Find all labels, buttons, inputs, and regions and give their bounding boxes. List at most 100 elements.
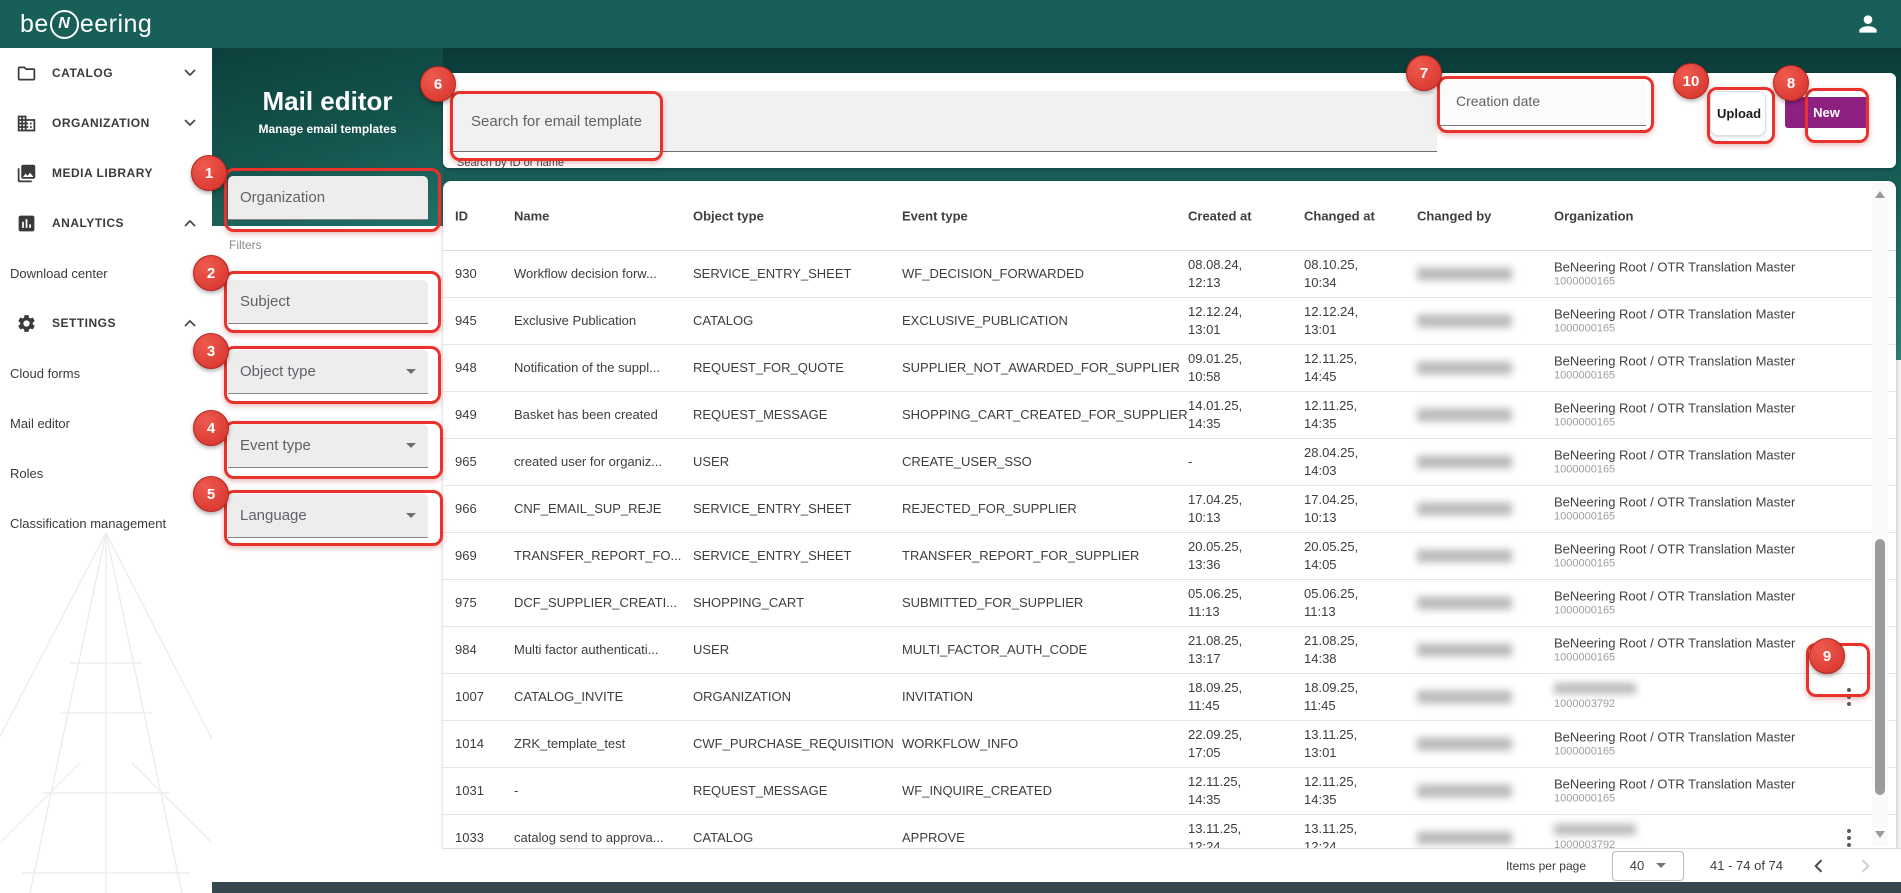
cell-event-type: WF_INQUIRE_CREATED [902, 782, 1052, 800]
cell-id: 965 [455, 453, 477, 471]
cell-object-type: REQUEST_MESSAGE [693, 782, 827, 800]
sidebar-item-settings[interactable]: SETTINGS [0, 298, 212, 348]
org-name: BeNeering Root / OTR Translation Master [1554, 542, 1795, 557]
table-row[interactable]: 975DCF_SUPPLIER_CREATI...SHOPPING_CARTSU… [443, 580, 1896, 627]
org-name-redacted [1554, 683, 1636, 694]
sidebar-item-classification-management[interactable]: Classification management [0, 498, 212, 548]
chevron-up-icon [184, 214, 196, 232]
search-input[interactable] [451, 91, 1437, 152]
cell-event-type: WORKFLOW_INFO [902, 735, 1018, 753]
next-page-icon[interactable] [1855, 856, 1875, 876]
cell-organization: BeNeering Root / OTR Translation Master1… [1554, 777, 1795, 806]
table-row[interactable]: 948Notification of the suppl...REQUEST_F… [443, 345, 1896, 392]
sidebar-item-label: Cloud forms [10, 366, 196, 381]
object-type-filter-select[interactable]: Object type [228, 350, 428, 394]
column-header-created-at: Created at [1188, 208, 1252, 223]
cell-created-at: 12.12.24, 13:01 [1188, 303, 1242, 339]
cell-id: 975 [455, 594, 477, 612]
org-name: BeNeering Root / OTR Translation Master [1554, 260, 1795, 275]
email-templates-table: IDNameObject typeEvent typeCreated atCha… [443, 181, 1896, 848]
org-name-redacted [1554, 824, 1636, 835]
vertical-scrollbar[interactable] [1872, 183, 1888, 846]
org-name: BeNeering Root / OTR Translation Master [1554, 401, 1795, 416]
cell-name: Workflow decision forw... [514, 265, 657, 283]
org-id: 1000000165 [1554, 510, 1795, 524]
user-account-icon[interactable] [1855, 11, 1881, 37]
cell-created-at: 22.09.25, 17:05 [1188, 726, 1242, 762]
org-id: 1000000165 [1554, 463, 1795, 477]
building-watermark-image [0, 513, 212, 893]
row-menu-kebab-icon[interactable] [1840, 827, 1858, 848]
cell-id: 984 [455, 641, 477, 659]
row-menu-kebab-icon[interactable] [1840, 686, 1858, 708]
org-name: BeNeering Root / OTR Translation Master [1554, 730, 1795, 745]
table-row[interactable]: 969TRANSFER_REPORT_FO...SERVICE_ENTRY_SH… [443, 533, 1896, 580]
org-name: BeNeering Root / OTR Translation Master [1554, 636, 1795, 651]
cell-object-type: SERVICE_ENTRY_SHEET [693, 547, 851, 565]
sidebar-item-roles[interactable]: Roles [0, 448, 212, 498]
scrollbar-thumb[interactable] [1875, 539, 1885, 795]
cell-object-type: USER [693, 453, 729, 471]
cell-created-at: 21.08.25, 13:17 [1188, 632, 1242, 668]
table-row[interactable]: 984Multi factor authenticati...USERMULTI… [443, 627, 1896, 674]
subject-filter-input[interactable]: Subject [228, 280, 428, 324]
cell-changed-at: 12.12.24, 13:01 [1304, 303, 1358, 339]
sidebar-item-catalog[interactable]: CATALOG [0, 48, 212, 98]
table-row[interactable]: 1031-REQUEST_MESSAGEWF_INQUIRE_CREATED12… [443, 768, 1896, 815]
language-filter-select[interactable]: Language [228, 494, 428, 538]
cell-created-at: 17.04.25, 10:13 [1188, 491, 1242, 527]
table-row[interactable]: 965created user for organiz...USERCREATE… [443, 439, 1896, 486]
sidebar-item-download-center[interactable]: Download center [0, 248, 212, 298]
top-app-bar: be N eering [0, 0, 1901, 48]
org-id: 1000000165 [1554, 369, 1795, 383]
sidebar-item-media-library[interactable]: MEDIA LIBRARY [0, 148, 212, 198]
sidebar-item-mail-editor[interactable]: Mail editor [0, 398, 212, 448]
scroll-down-arrow-icon[interactable] [1875, 831, 1885, 838]
table-row[interactable]: 1014ZRK_template_testCWF_PURCHASE_REQUIS… [443, 721, 1896, 768]
table-row[interactable]: 966CNF_EMAIL_SUP_REJESERVICE_ENTRY_SHEET… [443, 486, 1896, 533]
cell-created-at: 08.08.24, 12:13 [1188, 256, 1242, 292]
event-type-filter-select[interactable]: Event type [228, 424, 428, 468]
cell-created-at: 12.11.25, 14:35 [1188, 773, 1241, 809]
chart-icon [16, 213, 37, 234]
org-name: BeNeering Root / OTR Translation Master [1554, 777, 1795, 792]
table-row[interactable]: 930Workflow decision forw...SERVICE_ENTR… [443, 251, 1896, 298]
cell-changed-at: 12.11.25, 14:35 [1304, 397, 1357, 433]
page-size-select[interactable]: 40 [1612, 851, 1684, 881]
table-row[interactable]: 949Basket has been createdREQUEST_MESSAG… [443, 392, 1896, 439]
org-id: 1000003792 [1554, 697, 1636, 711]
cell-changed-at: 21.08.25, 14:38 [1304, 632, 1358, 668]
column-header-organization: Organization [1554, 208, 1633, 223]
cell-id: 949 [455, 406, 477, 424]
cell-changed-at: 18.09.25, 11:45 [1304, 679, 1358, 715]
org-name: BeNeering Root / OTR Translation Master [1554, 495, 1795, 510]
scroll-up-arrow-icon[interactable] [1875, 191, 1885, 198]
previous-page-icon[interactable] [1809, 856, 1829, 876]
cell-changed-by-redacted [1417, 268, 1512, 281]
sidebar-item-label: Download center [10, 266, 196, 281]
cell-changed-by-redacted [1417, 597, 1512, 610]
cell-changed-by-redacted [1417, 785, 1512, 798]
sidebar-item-analytics[interactable]: ANALYTICS [0, 198, 212, 248]
cell-changed-by-redacted [1417, 550, 1512, 563]
page-title: Mail editor [212, 48, 443, 117]
cell-id: 966 [455, 500, 477, 518]
cell-object-type: CATALOG [693, 312, 753, 330]
table-row[interactable]: 1007CATALOG_INVITEORGANIZATIONINVITATION… [443, 674, 1896, 721]
new-button[interactable]: New [1785, 97, 1868, 128]
organization-filter-input[interactable] [228, 176, 428, 220]
table-row[interactable]: 1033catalog send to approva...CATALOGAPP… [443, 815, 1896, 848]
creation-date-input[interactable] [1440, 76, 1646, 126]
cell-name: Notification of the suppl... [514, 359, 660, 377]
chevron-up-icon [184, 314, 196, 332]
upload-button[interactable]: Upload [1710, 91, 1766, 136]
cell-object-type: REQUEST_MESSAGE [693, 406, 827, 424]
cell-created-at: 09.01.25, 10:58 [1188, 350, 1242, 386]
sidebar-item-organization[interactable]: ORGANIZATION [0, 98, 212, 148]
sidebar-item-cloud-forms[interactable]: Cloud forms [0, 348, 212, 398]
table-row[interactable]: 945Exclusive PublicationCATALOGEXCLUSIVE… [443, 298, 1896, 345]
cell-name: catalog send to approva... [514, 829, 664, 847]
cell-organization: BeNeering Root / OTR Translation Master1… [1554, 307, 1795, 336]
cell-changed-at: 08.10.25, 10:34 [1304, 256, 1358, 292]
cell-event-type: SUBMITTED_FOR_SUPPLIER [902, 594, 1083, 612]
